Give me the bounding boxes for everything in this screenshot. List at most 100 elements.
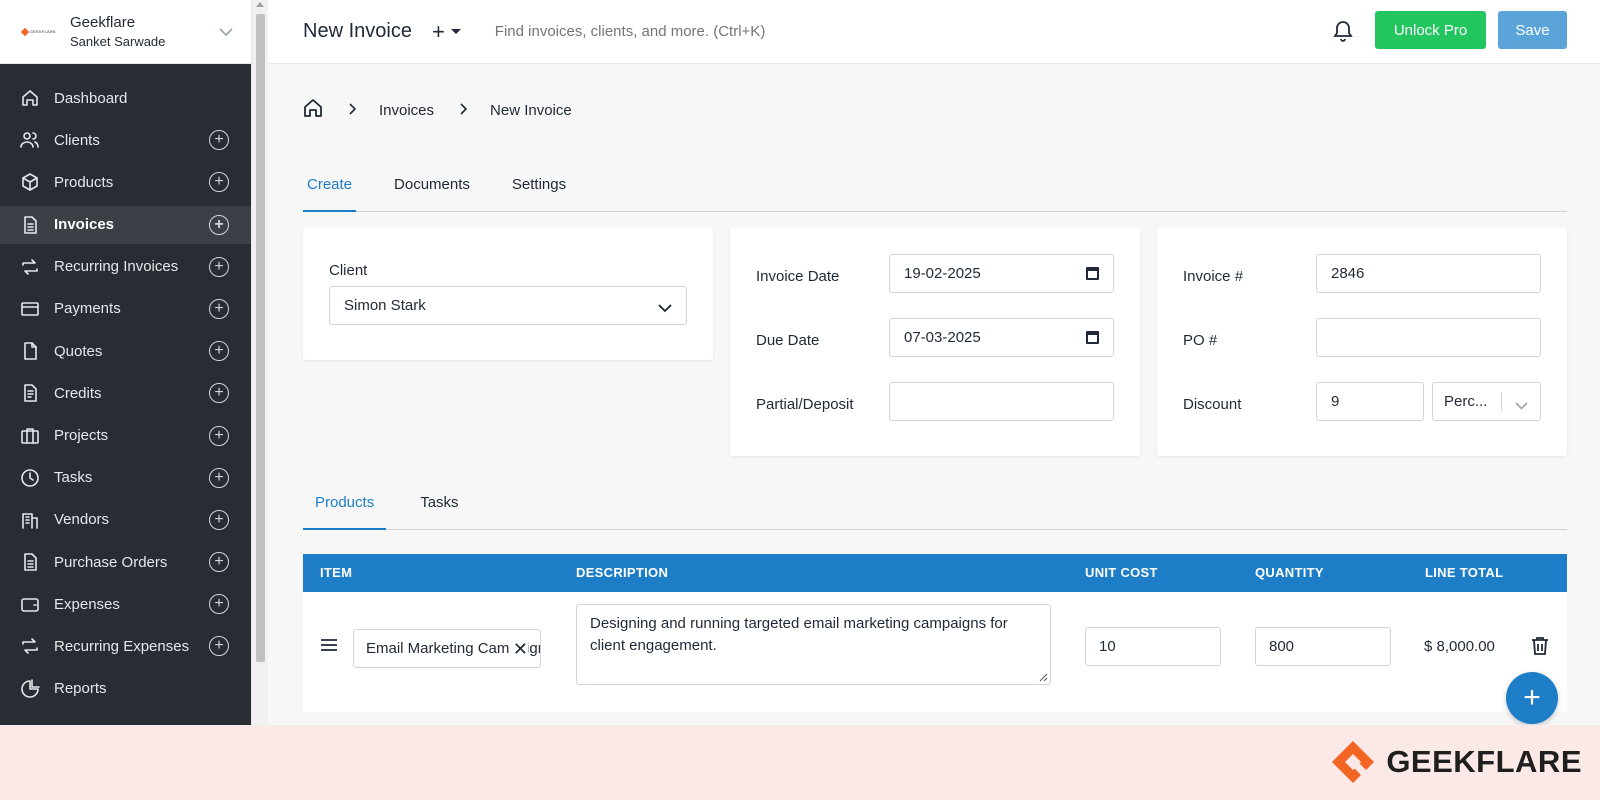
item-input[interactable]: Email Marketing Campaign ✕ (353, 629, 541, 668)
breadcrumb-invoices[interactable]: Invoices (379, 102, 434, 119)
sidebar-item-label: Expenses (54, 595, 120, 613)
sidebar-item-projects[interactable]: Projects + (0, 417, 251, 455)
add-circle-icon[interactable]: + (209, 425, 229, 446)
description-textarea[interactable]: Designing and running targeted email mar… (576, 604, 1051, 685)
wallet-icon (20, 594, 40, 614)
trash-icon[interactable] (1531, 636, 1549, 661)
sidebar-item-clients[interactable]: Clients + (0, 121, 251, 159)
quantity-input[interactable]: 800 (1255, 627, 1391, 666)
sidebar-item-label: Vendors (54, 511, 110, 529)
tab-products[interactable]: Products (303, 484, 387, 530)
add-circle-icon[interactable]: + (209, 256, 229, 277)
scrollbar-thumb[interactable] (256, 14, 265, 662)
sidebar-item-recurring-expenses[interactable]: Recurring Expenses + (0, 627, 251, 665)
search-input[interactable] (494, 23, 915, 40)
file-list-icon (20, 552, 40, 572)
client-label: Client (329, 262, 368, 279)
dates-card: Invoice Date 19-02-2025 Due Date 07-03-2… (730, 227, 1140, 456)
unlock-pro-button[interactable]: Unlock Pro (1375, 11, 1486, 49)
add-circle-icon[interactable]: + (209, 636, 229, 657)
tab-documents[interactable]: Documents (390, 166, 474, 211)
quick-add-button[interactable]: + (432, 19, 461, 45)
company-switcher[interactable]: GEEKFLARE Geekflare Sanket Sarwade (0, 0, 251, 64)
sidebar-item-credits[interactable]: Credits + (0, 374, 251, 412)
column-unit-cost: UNIT COST (1085, 565, 1158, 580)
invoice-details-card: Invoice # 2846 PO # Discount 9 Perc... (1157, 227, 1567, 456)
add-circle-icon[interactable]: + (209, 214, 229, 235)
repeat-icon (20, 257, 40, 277)
sidebar-item-dashboard[interactable]: Dashboard (0, 79, 251, 117)
scroll-up-icon[interactable] (256, 2, 264, 7)
chevron-down-icon (1515, 397, 1528, 414)
column-description: DESCRIPTION (576, 565, 669, 580)
top-bar: New Invoice + Unlock Pro Save (268, 0, 1600, 64)
sidebar-item-label: Invoices (54, 216, 115, 234)
sidebar-item-vendors[interactable]: Vendors + (0, 501, 251, 539)
client-select[interactable]: Simon Stark (329, 286, 687, 325)
resize-handle-icon[interactable] (1039, 673, 1048, 682)
geekflare-logo: GEEKFLARE (1330, 739, 1582, 785)
sidebar-scrollbar[interactable] (251, 0, 268, 725)
discount-input[interactable]: 9 (1316, 382, 1424, 421)
brand-name: GEEKFLARE (1386, 744, 1582, 779)
tab-create[interactable]: Create (303, 166, 357, 212)
po-number-input[interactable] (1316, 318, 1541, 357)
line-total-value: $ 8,000.00 (1424, 638, 1495, 655)
chevron-down-icon[interactable] (219, 24, 233, 40)
company-name: Geekflare (70, 14, 136, 31)
sidebar-item-purchase-orders[interactable]: Purchase Orders + (0, 543, 251, 581)
add-circle-icon[interactable]: + (209, 298, 229, 319)
brand-banner: GEEKFLARE (0, 725, 1600, 800)
home-icon[interactable] (303, 98, 323, 122)
select-divider (1501, 392, 1502, 411)
add-circle-icon[interactable]: + (209, 130, 229, 151)
add-line-item-button[interactable]: + (1506, 672, 1558, 724)
user-name: Sanket Sarwade (70, 34, 166, 49)
client-card: Client Simon Stark (303, 227, 713, 360)
sidebar-item-reports[interactable]: Reports (0, 670, 251, 708)
sidebar-item-invoices[interactable]: Invoices + (0, 205, 251, 244)
sidebar-item-label: Quotes (54, 342, 103, 360)
sidebar-item-label: Recurring Invoices (54, 258, 179, 276)
due-date-input[interactable]: 07-03-2025 (889, 318, 1114, 357)
close-icon[interactable]: ✕ (508, 639, 528, 660)
calendar-icon[interactable] (1086, 331, 1099, 344)
sidebar-item-label: Reports (54, 680, 107, 698)
repeat-icon (20, 636, 40, 656)
discount-label: Discount (1183, 396, 1242, 413)
column-line-total: LINE TOTAL (1425, 565, 1504, 580)
unit-cost-input[interactable]: 10 (1085, 627, 1221, 666)
tab-tasks[interactable]: Tasks (408, 484, 470, 529)
add-circle-icon[interactable]: + (209, 509, 229, 530)
breadcrumb-new-invoice: New Invoice (490, 101, 572, 119)
sidebar-item-products[interactable]: Products + (0, 163, 251, 201)
discount-type-select[interactable]: Perc... (1432, 382, 1541, 421)
sidebar-item-tasks[interactable]: Tasks + (0, 459, 251, 497)
sidebar-item-recurring-invoices[interactable]: Recurring Invoices + (0, 248, 251, 286)
add-circle-icon[interactable]: + (209, 172, 229, 193)
briefcase-icon (20, 426, 40, 446)
chevron-right-icon (460, 102, 468, 119)
sidebar-item-expenses[interactable]: Expenses + (0, 585, 251, 623)
tab-settings[interactable]: Settings (508, 166, 570, 211)
add-circle-icon[interactable]: + (209, 467, 229, 488)
document-icon (20, 341, 40, 361)
due-date-label: Due Date (756, 332, 820, 349)
add-circle-icon[interactable]: + (209, 383, 229, 404)
drag-handle-icon[interactable] (321, 639, 337, 654)
add-circle-icon[interactable]: + (209, 552, 229, 573)
file-text-icon (20, 383, 40, 403)
add-circle-icon[interactable]: + (209, 341, 229, 362)
invoice-date-input[interactable]: 19-02-2025 (889, 254, 1114, 293)
partial-deposit-input[interactable] (889, 382, 1114, 421)
discount-type-value: Perc... (1444, 393, 1488, 410)
geekflare-mark-icon (1332, 741, 1375, 783)
add-circle-icon[interactable]: + (209, 594, 229, 615)
sidebar-item-payments[interactable]: Payments + (0, 290, 251, 328)
line-items-header: ITEM DESCRIPTION UNIT COST QUANTITY LINE… (303, 554, 1567, 592)
invoice-number-input[interactable]: 2846 (1316, 254, 1541, 293)
sidebar-item-quotes[interactable]: Quotes + (0, 332, 251, 370)
save-button[interactable]: Save (1498, 11, 1567, 49)
calendar-icon[interactable] (1086, 267, 1099, 280)
bell-icon[interactable] (1333, 20, 1353, 47)
